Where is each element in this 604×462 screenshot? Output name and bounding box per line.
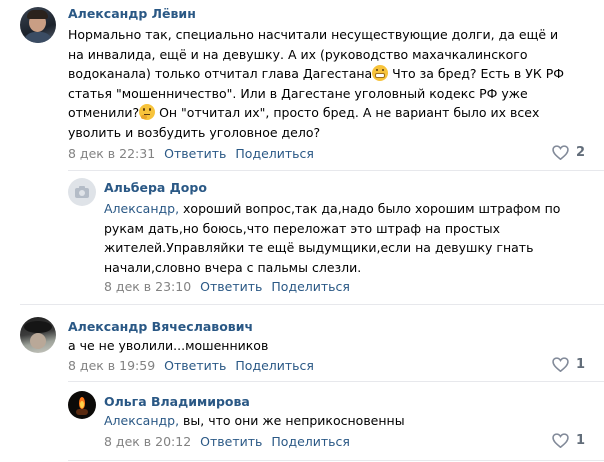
comment-date[interactable]: 8 дек в 22:31 [68,146,155,161]
grimace-emoji-icon [372,65,389,81]
comment-text: Александр, хороший вопрос,так да,надо бы… [104,199,560,277]
share-button[interactable]: Поделиться [271,279,350,294]
reply-button[interactable]: Ответить [200,279,262,294]
comment-text-line: Александр, вы, что они же неприкосновенн… [104,411,405,431]
avatar[interactable] [68,391,96,419]
comment: Александр Лёвин Нормально так, специальн… [0,0,604,172]
heart-icon [552,357,569,372]
heart-icon [552,433,569,448]
comment-date[interactable]: 8 дек в 20:12 [104,434,191,449]
share-button[interactable]: Поделиться [271,434,350,449]
like-count: 1 [576,433,586,448]
like-button[interactable]: 2 [552,145,585,160]
comment-meta: 8 дек в 23:10 Ответить Поделиться [104,279,350,294]
comment-text-fragment: отменили? [68,105,140,120]
camera-icon [75,186,89,198]
comment-author[interactable]: Александр Вячеславович [68,319,253,334]
comment-text-line: уволить и возбудить уголовное дело? [68,124,321,140]
comment-text-line: а че не уволили...мошенников [68,338,269,353]
comment-text-fragment: Что за бред? Есть в УК РФ [388,66,565,81]
like-count: 2 [576,145,586,160]
divider [68,170,604,171]
reply-to-link[interactable]: Александр, [104,413,179,428]
comment-text-line: статья "мошенничество". Или в Дагестане … [68,85,528,101]
comment-text: Нормально так, специально насчитали несу… [68,25,564,142]
comment-text-line: начали,словно вчера с пальмы слезли. [104,259,362,275]
comment-text-fragment: Он "отчитал их", просто бред. А не вариа… [155,105,540,120]
comment-text-line: Нормально так, специально насчитали несу… [68,27,559,42]
share-button[interactable]: Поделиться [235,358,314,373]
avatar[interactable] [20,317,56,353]
comment-author[interactable]: Ольга Владимирова [104,394,250,409]
avatar[interactable] [20,7,56,43]
comment: Александр Вячеславович а че не уволили..… [0,305,604,381]
share-button[interactable]: Поделиться [235,146,314,161]
comment-text: Александр, вы, что они же неприкосновенн… [104,411,405,431]
comment-text-fragment: водоканала) только отчитал глава Дагеста… [68,66,373,81]
comment-text-fragment: вы, что они же неприкосновенны [179,413,405,428]
reply-button[interactable]: Ответить [164,146,226,161]
comment-text-line: отменили? Он "отчитал их", просто бред. … [68,103,564,123]
reply-button[interactable]: Ответить [164,358,226,373]
comment-reply: Ольга Владимирова Александр, вы, что они… [0,382,604,462]
avatar[interactable] [68,178,96,206]
like-count: 1 [576,357,586,372]
comment-text-line: рукам дать,но боюсь,что переложат это шт… [104,220,501,236]
divider [68,460,604,461]
reply-button[interactable]: Ответить [200,434,262,449]
comment-text-line: водоканала) только отчитал глава Дагеста… [68,64,564,84]
like-button[interactable]: 1 [552,357,585,372]
comment-meta: 8 дек в 22:31 Ответить Поделиться [68,146,314,161]
heart-icon [552,145,569,160]
reply-to-link[interactable]: Александр, [104,201,179,216]
thinking-emoji-icon [139,104,156,120]
like-button[interactable]: 1 [552,433,585,448]
comment-author[interactable]: Александр Лёвин [68,6,196,21]
comment-date[interactable]: 8 дек в 19:59 [68,358,155,373]
comment-text-line: Александр, хороший вопрос,так да,надо бы… [104,199,560,219]
comment-author[interactable]: Альбера Доро [104,180,207,195]
comment-text: а че не уволили...мошенников [68,336,268,356]
comment-text-line: жителей.Управляйки те ещё выдумщики,если… [104,240,534,255]
comment-text-fragment: хороший вопрос,так да,надо было хорошим … [179,201,561,216]
comment-reply: Альбера Доро Александр, хороший вопрос,т… [0,172,604,302]
comment-date[interactable]: 8 дек в 23:10 [104,279,191,294]
comment-text-line: на инвалида, ещё и на девушку. А их (рук… [68,46,528,62]
comment-meta: 8 дек в 20:12 Ответить Поделиться [104,434,350,449]
comment-meta: 8 дек в 19:59 Ответить Поделиться [68,358,314,373]
